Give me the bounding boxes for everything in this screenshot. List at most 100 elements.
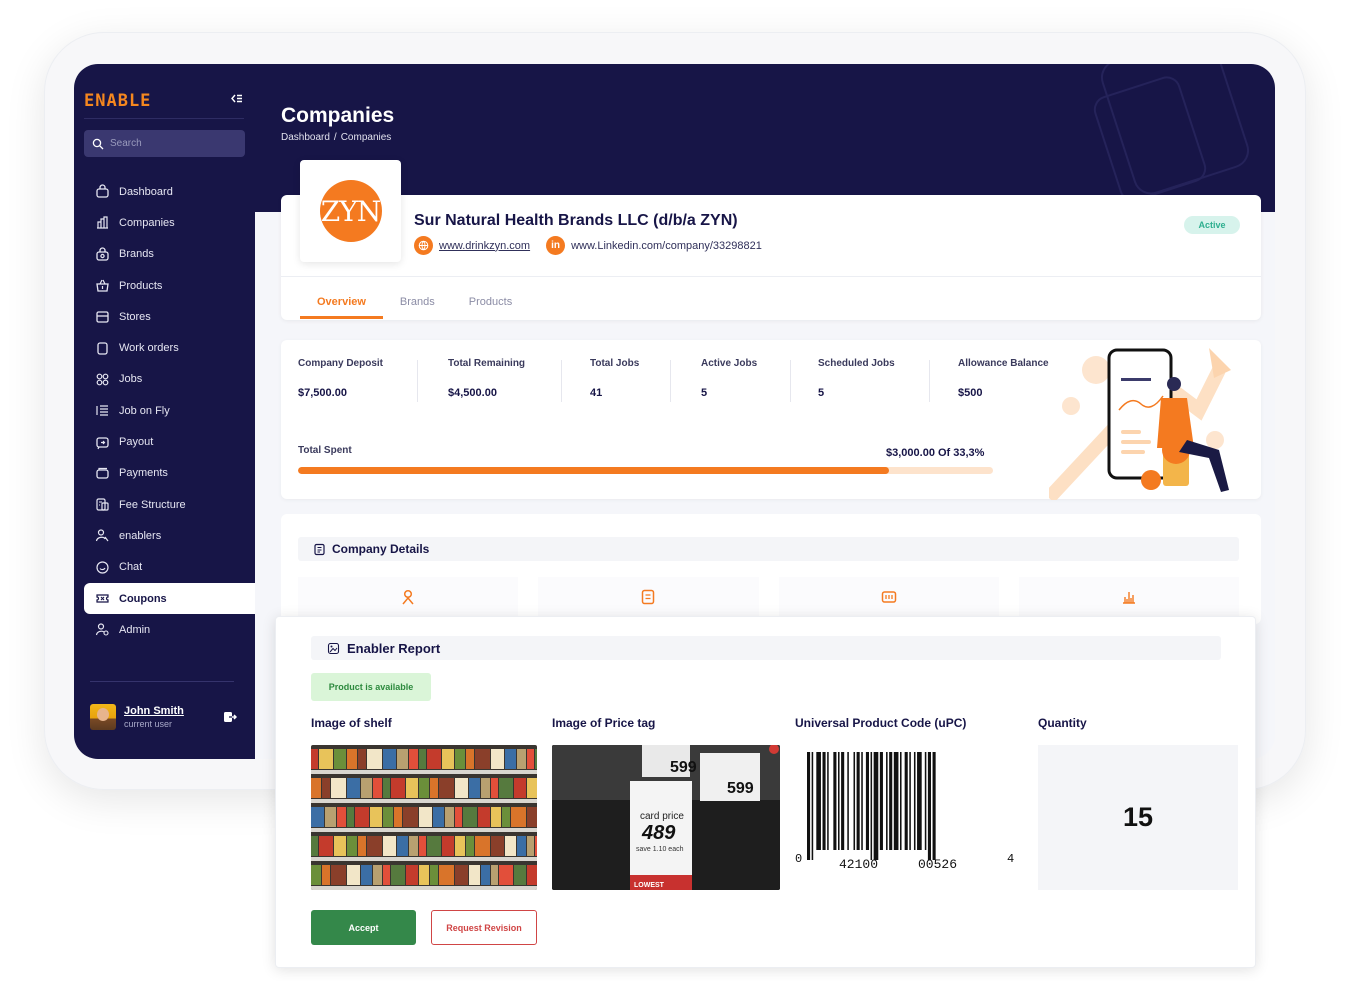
company-linkedin-link[interactable]: www.Linkedin.com/company/33298821	[571, 240, 762, 252]
jobs-icon	[96, 373, 109, 386]
stat-value: $7,500.00	[298, 387, 347, 399]
tab-products[interactable]: Products	[452, 288, 529, 319]
sidebar-item-label: Admin	[119, 623, 151, 636]
sidebar-item-label: Stores	[119, 310, 151, 323]
sidebar-divider	[84, 118, 244, 119]
sidebar-item-job-on-fly[interactable]: Job on Fly	[84, 395, 255, 426]
sidebar-item-label: Jobs	[119, 373, 143, 386]
stat-total-remaining: Total Remaining $4,500.00	[448, 358, 525, 399]
stat-active-jobs: Active Jobs 5	[701, 358, 757, 399]
detail-column	[538, 577, 759, 617]
sidebar-item-jobs[interactable]: Jobs	[84, 364, 255, 395]
sidebar-item-payout[interactable]: Payout	[84, 426, 255, 457]
stat-label: Total Remaining	[448, 358, 526, 369]
price-tag-text-a: 599	[670, 759, 697, 776]
globe-icon	[414, 236, 433, 255]
sidebar-item-dashboard[interactable]: Dashboard	[84, 176, 255, 207]
sidebar-item-stores[interactable]: Stores	[84, 301, 255, 332]
collapse-sidebar-icon[interactable]	[230, 92, 243, 108]
stat-value: $4,500.00	[448, 387, 497, 399]
sidebar-item-label: Work orders	[119, 342, 179, 355]
sidebar-item-label: Brands	[119, 248, 154, 261]
upc-barcode: 0 42100 00526 4	[795, 752, 1014, 872]
detail-column	[1018, 577, 1239, 617]
notes-icon	[642, 589, 655, 605]
stores-icon	[96, 311, 109, 323]
sidebar-item-label: Payments	[119, 467, 168, 480]
document-icon	[314, 543, 325, 555]
search-box[interactable]	[84, 130, 245, 157]
sidebar-divider	[90, 681, 234, 682]
zyn-logo: ZYN	[319, 180, 382, 242]
price-tag-footer: LOWEST	[634, 882, 665, 889]
column-label-shelf: Image of shelf	[311, 716, 392, 730]
stat-scheduled-jobs: Scheduled Jobs 5	[818, 358, 895, 399]
card-divider	[281, 276, 1261, 277]
enabler-report-header: Enabler Report	[311, 636, 1221, 660]
sidebar-item-chat[interactable]: Chat	[84, 552, 255, 583]
enabler-report-title: Enabler Report	[347, 640, 441, 656]
accept-button[interactable]: Accept	[311, 910, 416, 945]
stat-total-jobs: Total Jobs 41	[590, 358, 639, 399]
spent-progress-bar	[298, 467, 993, 474]
stat-label: Scheduled Jobs	[818, 358, 895, 369]
stat-value: 41	[590, 387, 603, 399]
sidebar-item-work-orders[interactable]: Work orders	[84, 332, 255, 363]
stat-company-deposit: Company Deposit $7,500.00	[298, 358, 383, 399]
sidebar-item-label: Payout	[119, 436, 154, 449]
company-website-link[interactable]: www.drinkzyn.com	[439, 240, 530, 252]
bar-chart-icon	[1122, 592, 1135, 604]
sidebar-nav: Dashboard Companies Brands Products Stor…	[84, 176, 255, 645]
product-available-badge: Product is available	[311, 673, 431, 701]
sidebar-item-enablers[interactable]: enablers	[84, 520, 255, 551]
sidebar: ENABLE Dashboard Companies Brands	[74, 64, 255, 759]
stat-label: Company Deposit	[298, 358, 384, 369]
user-role: current user	[124, 719, 173, 729]
stat-divider	[670, 360, 671, 402]
price-tag-text-b: 599	[727, 780, 754, 797]
sidebar-item-payments[interactable]: Payments	[84, 458, 255, 489]
detail-column	[298, 577, 519, 617]
current-user[interactable]: John Smith current user	[90, 704, 184, 730]
logout-icon[interactable]	[223, 710, 237, 724]
price-tag-save: save 1.10 each	[636, 846, 684, 853]
stat-allowance-balance: Allowance Balance $500	[958, 358, 1049, 399]
breadcrumb-dashboard[interactable]: Dashboard	[281, 132, 330, 143]
sidebar-item-admin[interactable]: Admin	[84, 614, 255, 645]
user-name[interactable]: John Smith	[124, 705, 184, 717]
upc-right-digit: 4	[1007, 852, 1014, 866]
job-on-fly-icon	[96, 405, 108, 416]
breadcrumb-separator: /	[333, 132, 337, 143]
stat-label: Total Jobs	[590, 358, 640, 369]
request-revision-button[interactable]: Request Revision	[431, 910, 537, 945]
search-input[interactable]	[110, 138, 230, 149]
dashboard-icon	[96, 184, 109, 198]
tab-brands[interactable]: Brands	[383, 288, 452, 319]
fee-structure-icon	[96, 498, 109, 511]
sidebar-item-fee-structure[interactable]: Fee Structure	[84, 489, 255, 520]
breadcrumb: Dashboard / Companies	[281, 132, 391, 143]
tab-overview[interactable]: Overview	[300, 288, 383, 319]
stat-value: $500	[958, 387, 983, 399]
page-header: Companies Dashboard / Companies	[255, 64, 1275, 212]
upc-left-digit: 0	[795, 852, 802, 866]
company-details-title: Company Details	[332, 542, 430, 556]
sidebar-item-products[interactable]: Products	[84, 270, 255, 301]
sidebar-item-label: Coupons	[119, 592, 167, 605]
total-spent-label: Total Spent	[298, 445, 352, 456]
sidebar-item-label: Job on Fly	[119, 404, 170, 417]
coupons-icon	[96, 594, 109, 603]
stat-value: 5	[818, 387, 825, 399]
shelf-image[interactable]	[311, 745, 537, 890]
price-tag-image[interactable]: 599 599 card price 489 save 1.10 each LO…	[552, 745, 780, 890]
work-orders-icon	[97, 341, 108, 355]
stat-value: 5	[701, 387, 708, 399]
linkedin-icon: in	[546, 236, 566, 255]
column-label-upc: Universal Product Code (uPC)	[795, 716, 967, 730]
sidebar-item-brands[interactable]: Brands	[84, 239, 255, 270]
sidebar-item-companies[interactable]: Companies	[84, 207, 255, 238]
sidebar-item-coupons[interactable]: Coupons	[84, 582, 255, 615]
total-spent-value: $3,000.00 Of 33,3%	[886, 447, 985, 459]
breadcrumb-companies: Companies	[340, 132, 392, 143]
sidebar-item-label: Products	[119, 279, 163, 292]
